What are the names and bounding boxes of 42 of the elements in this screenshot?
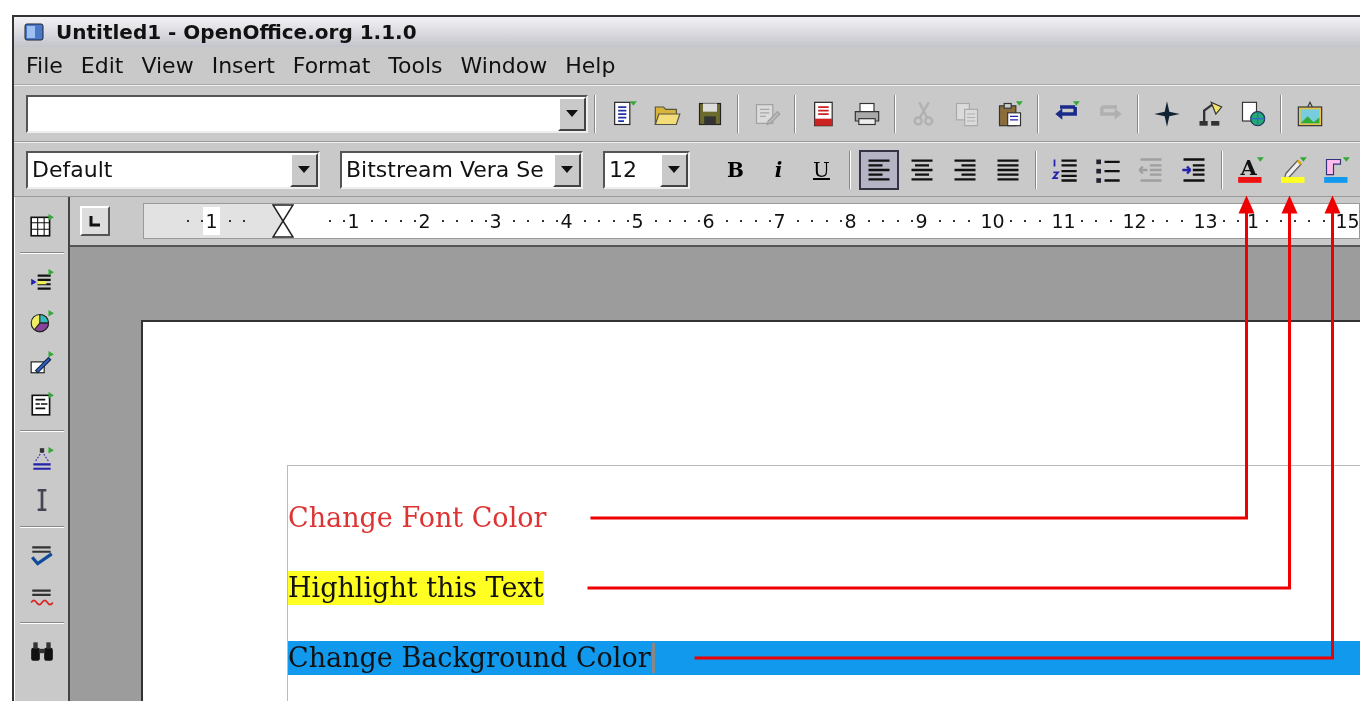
menu-item[interactable]: Format: [284, 49, 379, 82]
paragraph-style-dropdown[interactable]: Default: [26, 150, 320, 189]
picture-frame-icon: [1295, 99, 1324, 128]
window-title: Untitled1 - OpenOffice.org 1.1.0: [56, 19, 417, 46]
ruler-number: 1: [203, 206, 220, 236]
menu-item[interactable]: Help: [557, 49, 624, 82]
menu-item[interactable]: Window: [452, 49, 556, 82]
dropdown-button[interactable]: [558, 96, 586, 131]
menu-item[interactable]: File: [18, 49, 71, 82]
align-left-button[interactable]: [858, 149, 899, 190]
document-text: Change Background Color: [288, 640, 651, 675]
document-text: Change Font Color: [288, 500, 547, 535]
caret-icon: [566, 109, 578, 118]
window-icon: [24, 23, 44, 41]
caret-icon: [668, 165, 680, 174]
menu-item[interactable]: View: [133, 49, 202, 82]
outdent-icon: [1136, 155, 1165, 184]
pie-chart-icon: [28, 308, 55, 335]
dropdown-button[interactable]: [660, 152, 688, 187]
bold-button[interactable]: B: [715, 149, 756, 190]
italic-button[interactable]: i: [758, 149, 799, 190]
font-size-dropdown[interactable]: 12: [603, 150, 690, 189]
font-color-button[interactable]: A: [1230, 149, 1271, 190]
pencil-icon: [28, 349, 55, 376]
menu-item[interactable]: Tools: [380, 49, 451, 82]
indent-icon: [1179, 155, 1208, 184]
caret-icon: [298, 165, 310, 174]
caret-icon: [561, 165, 573, 174]
ruler[interactable]: 1 1 2 3 4 5 6 7 8 9 10 11 12 13 1 15: [143, 203, 1360, 239]
menu-item[interactable]: Edit: [72, 49, 132, 82]
table-icon: [28, 212, 55, 239]
font-name-dropdown[interactable]: Bitstream Vera Se: [340, 150, 583, 189]
dropdown-button[interactable]: [553, 152, 581, 187]
url-field[interactable]: [26, 94, 588, 133]
tab-stop-button[interactable]: [80, 206, 110, 236]
document-text: Highlight this Text: [288, 571, 544, 605]
dropdown-button[interactable]: [290, 152, 318, 187]
menu-item[interactable]: Insert: [203, 49, 283, 82]
indent-marker-icon[interactable]: [271, 204, 294, 238]
form-icon: [28, 390, 55, 417]
corner-icon: [88, 214, 102, 228]
underline-button[interactable]: U: [801, 149, 842, 190]
